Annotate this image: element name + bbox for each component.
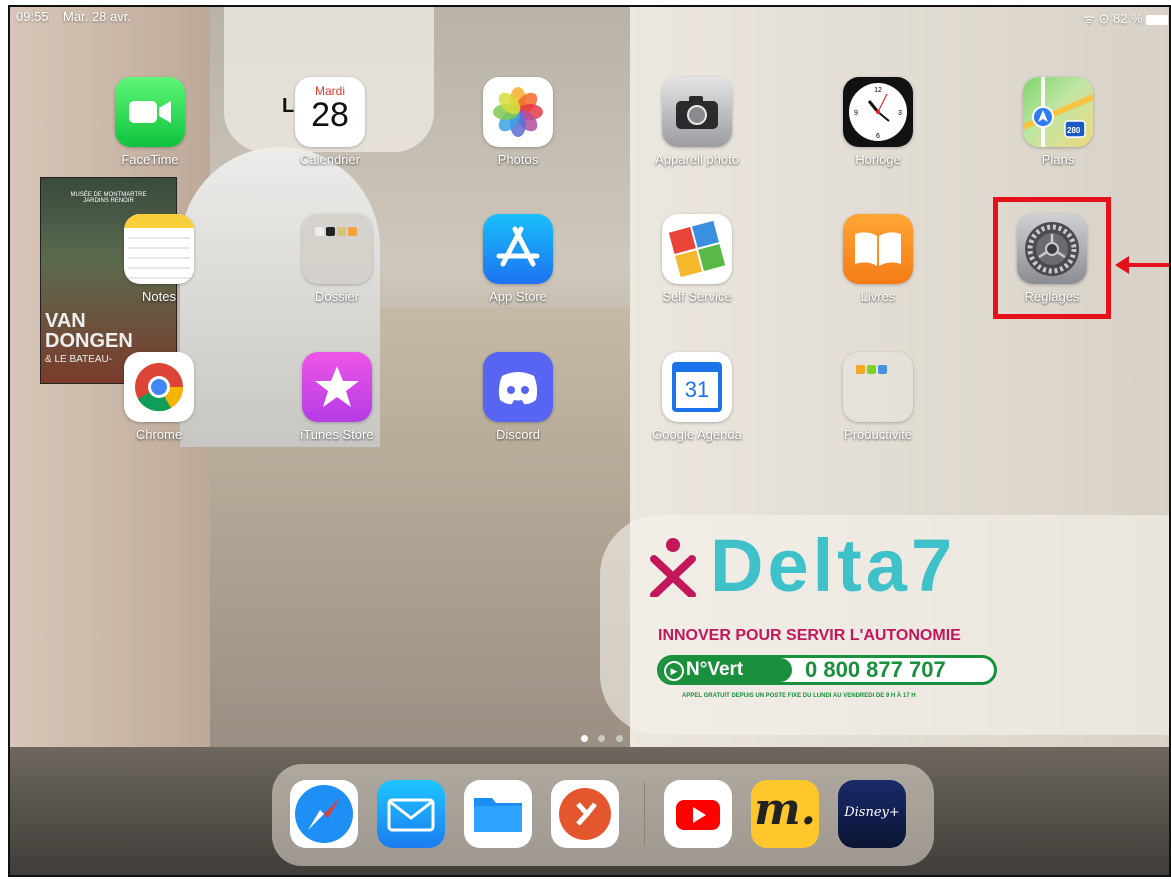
dock-remote-desktop[interactable]	[551, 780, 619, 848]
mcdonalds-m-icon: m.	[754, 784, 816, 835]
mail-envelope-icon	[387, 798, 435, 832]
app-label: Self Service	[662, 289, 732, 304]
youtube-play-icon	[676, 800, 720, 830]
remote-desktop-icon	[559, 788, 611, 840]
chrome-icon	[124, 352, 194, 422]
delta7-note: APPEL GRATUIT DEPUIS UN POSTE FIXE DU LU…	[682, 693, 916, 699]
dock-mcdonalds[interactable]: m.	[751, 780, 819, 848]
red-arrow-icon	[1115, 256, 1169, 274]
self-service-icon	[662, 214, 732, 284]
dock-files[interactable]	[464, 780, 532, 848]
app-calendrier[interactable]: Mardi 28 Calendrier	[260, 77, 400, 167]
discord-icon	[483, 352, 553, 422]
app-app-store[interactable]: App Store	[448, 214, 588, 304]
app-label: Notes	[142, 289, 176, 304]
dock-youtube[interactable]	[664, 780, 732, 848]
app-notes[interactable]: Notes	[89, 214, 229, 304]
page-dot	[598, 735, 606, 742]
app-label: Discord	[495, 427, 541, 442]
app-label: iTunes Store	[300, 427, 374, 442]
books-icon	[843, 214, 913, 284]
app-label: Productivité	[844, 427, 912, 442]
dock-disney-plus[interactable]: Disney+	[838, 780, 906, 848]
app-label: Chrome	[135, 427, 183, 442]
delta7-banner: Delta7 INNOVER POUR SERVIR L'AUTONOMIE N…	[600, 515, 1169, 735]
app-self-service[interactable]: Self Service	[627, 214, 767, 304]
app-appareil-photo[interactable]: Appareil photo	[627, 77, 767, 167]
photos-icon	[483, 77, 553, 147]
highlight-box	[993, 197, 1111, 319]
app-label: FaceTime	[121, 152, 179, 167]
notes-icon	[124, 214, 194, 284]
dock: m. Disney+	[272, 764, 934, 866]
dock-safari[interactable]	[290, 780, 358, 848]
app-label: Horloge	[855, 152, 901, 167]
location-icon: ⊙	[1098, 11, 1110, 26]
battery-percent: 82 %	[1113, 11, 1143, 26]
ipad-home-screen: MUSÉE DE MONTMARTRE JARDINS RENOIR VAN D…	[8, 5, 1171, 877]
svg-text:9: 9	[854, 110, 858, 117]
app-label: App Store	[489, 289, 547, 304]
delta7-logo-figure-icon	[650, 538, 696, 597]
dock-mail[interactable]	[377, 780, 445, 848]
page-indicator[interactable]	[578, 729, 626, 747]
app-label: Calendrier	[300, 152, 360, 167]
app-label: Appareil photo	[655, 152, 739, 167]
app-productivite[interactable]: Productivité	[808, 352, 948, 442]
status-date: Mar. 28 avr.	[63, 9, 131, 24]
google-calendar-icon: 31	[662, 352, 732, 422]
app-label: Google Agenda	[652, 427, 742, 442]
safari-compass-icon	[295, 785, 353, 843]
battery-icon	[1146, 14, 1169, 25]
files-folder-icon	[474, 798, 522, 832]
delta7-tagline: INNOVER POUR SERVIR L'AUTONOMIE	[658, 627, 961, 644]
clock-icon: 12 3 6 9	[843, 77, 913, 147]
app-itunes-store[interactable]: iTunes Store	[267, 352, 407, 442]
app-photos[interactable]: Photos	[448, 77, 588, 167]
page-dot	[615, 735, 623, 742]
numero-vert-box: N°Vert ▶ 0 800 877 707	[657, 655, 997, 685]
folder-icon	[843, 352, 913, 422]
app-label: Livres	[860, 289, 896, 304]
facetime-icon	[115, 77, 185, 147]
wifi-icon: ᯤ	[1083, 11, 1095, 26]
app-store-icon	[483, 214, 553, 284]
app-facetime[interactable]: FaceTime	[80, 77, 220, 167]
page-dot-active	[581, 735, 588, 742]
itunes-star-icon	[302, 352, 372, 422]
delta7-phone: 0 800 877 707	[805, 657, 946, 682]
dock-divider	[644, 782, 645, 846]
svg-text:6: 6	[876, 133, 880, 140]
svg-text:12: 12	[874, 87, 882, 94]
app-discord[interactable]: Discord	[448, 352, 588, 442]
app-horloge[interactable]: 12 3 6 9 Horloge	[808, 77, 948, 167]
app-chrome[interactable]: Chrome	[89, 352, 229, 442]
svg-text:3: 3	[898, 110, 902, 117]
disney-plus-icon: Disney+	[844, 805, 900, 820]
calendar-icon: Mardi 28	[295, 77, 365, 147]
app-livres[interactable]: Livres	[808, 214, 948, 304]
app-google-agenda[interactable]: 31 Google Agenda	[627, 352, 767, 442]
delta7-brand: Delta7	[710, 524, 957, 607]
app-label: Plans	[1041, 152, 1075, 167]
folder-icon	[302, 214, 372, 284]
camera-icon	[662, 77, 732, 147]
app-label: Dossier	[314, 289, 360, 304]
status-right: ᯤ ⊙ 82 %	[1083, 9, 1169, 27]
status-time: 09:55	[16, 9, 49, 24]
maps-icon: 280	[1023, 77, 1093, 147]
app-plans[interactable]: 280 Plans	[988, 77, 1128, 167]
play-icon: ▶	[664, 661, 684, 681]
app-dossier[interactable]: Dossier	[267, 214, 407, 304]
app-label: Photos	[497, 152, 539, 167]
